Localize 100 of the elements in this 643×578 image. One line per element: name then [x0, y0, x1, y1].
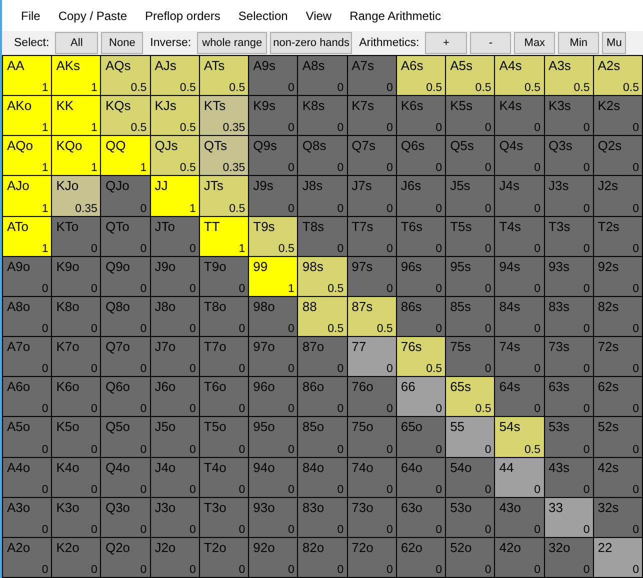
- toolbar-button[interactable]: None: [101, 32, 144, 54]
- hand-cell[interactable]: K7o 0: [52, 337, 100, 376]
- hand-cell[interactable]: AJo 1: [3, 176, 52, 216]
- menu-item[interactable]: Range Arithmetic: [340, 8, 450, 22]
- hand-cell[interactable]: A9s 0: [249, 56, 298, 96]
- hand-cell[interactable]: 86o 0: [298, 377, 347, 416]
- hand-cell[interactable]: T7s 0: [348, 216, 396, 256]
- hand-cell[interactable]: AA 1: [3, 56, 52, 96]
- hand-cell[interactable]: T9s 0.5: [249, 216, 298, 256]
- hand-cell[interactable]: JJ 1: [150, 176, 199, 216]
- hand-cell[interactable]: 52s 0: [594, 417, 642, 457]
- hand-cell[interactable]: AQs 0.5: [101, 56, 150, 96]
- hand-cell[interactable]: 84o 0: [298, 458, 347, 497]
- hand-cell[interactable]: J4o 0: [150, 458, 199, 497]
- hand-cell[interactable]: 87o 0: [298, 337, 347, 376]
- hand-cell[interactable]: T6o 0: [200, 377, 248, 416]
- menu-item[interactable]: Copy / Paste: [49, 8, 136, 22]
- hand-cell[interactable]: Q6o 0: [101, 377, 150, 416]
- hand-cell[interactable]: Q4s 0: [495, 136, 544, 176]
- hand-cell[interactable]: 93o 0: [249, 498, 298, 537]
- hand-cell[interactable]: A2o 0: [3, 538, 52, 577]
- hand-cell[interactable]: KQs 0.5: [101, 96, 150, 136]
- hand-cell[interactable]: 92s 0: [594, 256, 642, 296]
- hand-cell[interactable]: 54o 0: [446, 458, 494, 497]
- hand-cell[interactable]: 43s 0: [544, 458, 593, 497]
- hand-cell[interactable]: A4o 0: [3, 458, 52, 497]
- hand-cell[interactable]: A8s 0: [298, 56, 347, 96]
- hand-cell[interactable]: 93s 0: [544, 256, 593, 296]
- hand-cell[interactable]: 63s 0: [544, 377, 593, 416]
- hand-cell[interactable]: T2s 0: [594, 216, 642, 256]
- hand-cell[interactable]: J5s 0: [446, 176, 494, 216]
- menu-item[interactable]: Selection: [229, 8, 297, 22]
- hand-cell[interactable]: A5o 0: [3, 417, 52, 457]
- hand-cell[interactable]: T4s 0: [495, 216, 544, 256]
- hand-cell[interactable]: KK 1: [52, 96, 100, 136]
- hand-cell[interactable]: J3o 0: [150, 498, 199, 537]
- toolbar-button[interactable]: whole range: [197, 32, 268, 54]
- hand-cell[interactable]: 83o 0: [298, 498, 347, 537]
- hand-cell[interactable]: 74s 0: [495, 337, 544, 376]
- hand-cell[interactable]: T3s 0: [544, 216, 593, 256]
- hand-cell[interactable]: AJs 0.5: [150, 56, 199, 96]
- hand-cell[interactable]: K2s 0: [594, 96, 642, 136]
- hand-cell[interactable]: 92o 0: [249, 538, 298, 577]
- hand-cell[interactable]: A9o 0: [3, 256, 52, 296]
- hand-cell[interactable]: 64s 0: [495, 377, 544, 416]
- hand-cell[interactable]: 95s 0: [446, 256, 494, 296]
- hand-cell[interactable]: J6o 0: [150, 377, 199, 416]
- hand-cell[interactable]: QJs 0.5: [150, 136, 199, 176]
- hand-cell[interactable]: 99 1: [249, 256, 298, 296]
- hand-cell[interactable]: 85s 0: [446, 296, 494, 336]
- hand-cell[interactable]: 22 0: [594, 538, 642, 577]
- hand-cell[interactable]: KJo 0.35: [52, 176, 100, 216]
- hand-cell[interactable]: 97o 0: [249, 337, 298, 376]
- hand-cell[interactable]: 85o 0: [298, 417, 347, 457]
- hand-cell[interactable]: K7s 0: [348, 96, 396, 136]
- toolbar-button[interactable]: Min: [558, 32, 600, 54]
- hand-cell[interactable]: T8s 0: [298, 216, 347, 256]
- hand-cell[interactable]: 82o 0: [298, 538, 347, 577]
- hand-cell[interactable]: 72o 0: [348, 538, 396, 577]
- hand-cell[interactable]: K6s 0: [396, 96, 446, 136]
- hand-cell[interactable]: 44 0: [495, 458, 544, 497]
- hand-cell[interactable]: 64o 0: [396, 458, 446, 497]
- hand-cell[interactable]: K9s 0: [249, 96, 298, 136]
- hand-cell[interactable]: A7s 0: [348, 56, 396, 96]
- toolbar-button[interactable]: Max: [514, 32, 556, 54]
- hand-cell[interactable]: QTs 0.35: [200, 136, 248, 176]
- hand-cell[interactable]: K9o 0: [52, 256, 100, 296]
- hand-cell[interactable]: KJs 0.5: [150, 96, 199, 136]
- hand-cell[interactable]: 32s 0: [594, 498, 642, 537]
- hand-cell[interactable]: A6o 0: [3, 377, 52, 416]
- hand-cell[interactable]: 33 0: [544, 498, 593, 537]
- hand-cell[interactable]: K3o 0: [52, 498, 100, 537]
- hand-cell[interactable]: K8s 0: [298, 96, 347, 136]
- hand-cell[interactable]: 94o 0: [249, 458, 298, 497]
- hand-cell[interactable]: 62s 0: [594, 377, 642, 416]
- hand-cell[interactable]: 96o 0: [249, 377, 298, 416]
- hand-cell[interactable]: Q6s 0: [396, 136, 446, 176]
- hand-cell[interactable]: Q9s 0: [249, 136, 298, 176]
- hand-cell[interactable]: J4s 0: [495, 176, 544, 216]
- toolbar-button[interactable]: Mu: [602, 32, 626, 54]
- hand-cell[interactable]: KTs 0.35: [200, 96, 248, 136]
- hand-cell[interactable]: A3o 0: [3, 498, 52, 537]
- hand-cell[interactable]: J8o 0: [150, 296, 199, 336]
- hand-cell[interactable]: K4s 0: [495, 96, 544, 136]
- hand-cell[interactable]: Q7s 0: [348, 136, 396, 176]
- hand-cell[interactable]: Q8s 0: [298, 136, 347, 176]
- hand-cell[interactable]: J7s 0: [348, 176, 396, 216]
- hand-cell[interactable]: ATs 0.5: [200, 56, 248, 96]
- menu-item[interactable]: Preflop orders: [136, 8, 230, 22]
- hand-cell[interactable]: 84s 0: [495, 296, 544, 336]
- hand-cell[interactable]: 52o 0: [446, 538, 494, 577]
- hand-cell[interactable]: Q2o 0: [101, 538, 150, 577]
- hand-cell[interactable]: 98s 0.5: [298, 256, 347, 296]
- hand-cell[interactable]: AKs 1: [52, 56, 100, 96]
- hand-cell[interactable]: T5s 0: [446, 216, 494, 256]
- toolbar-button[interactable]: -: [470, 32, 512, 54]
- hand-cell[interactable]: Q5s 0: [446, 136, 494, 176]
- hand-cell[interactable]: 87s 0.5: [348, 296, 396, 336]
- hand-cell[interactable]: T5o 0: [200, 417, 248, 457]
- hand-cell[interactable]: 73s 0: [544, 337, 593, 376]
